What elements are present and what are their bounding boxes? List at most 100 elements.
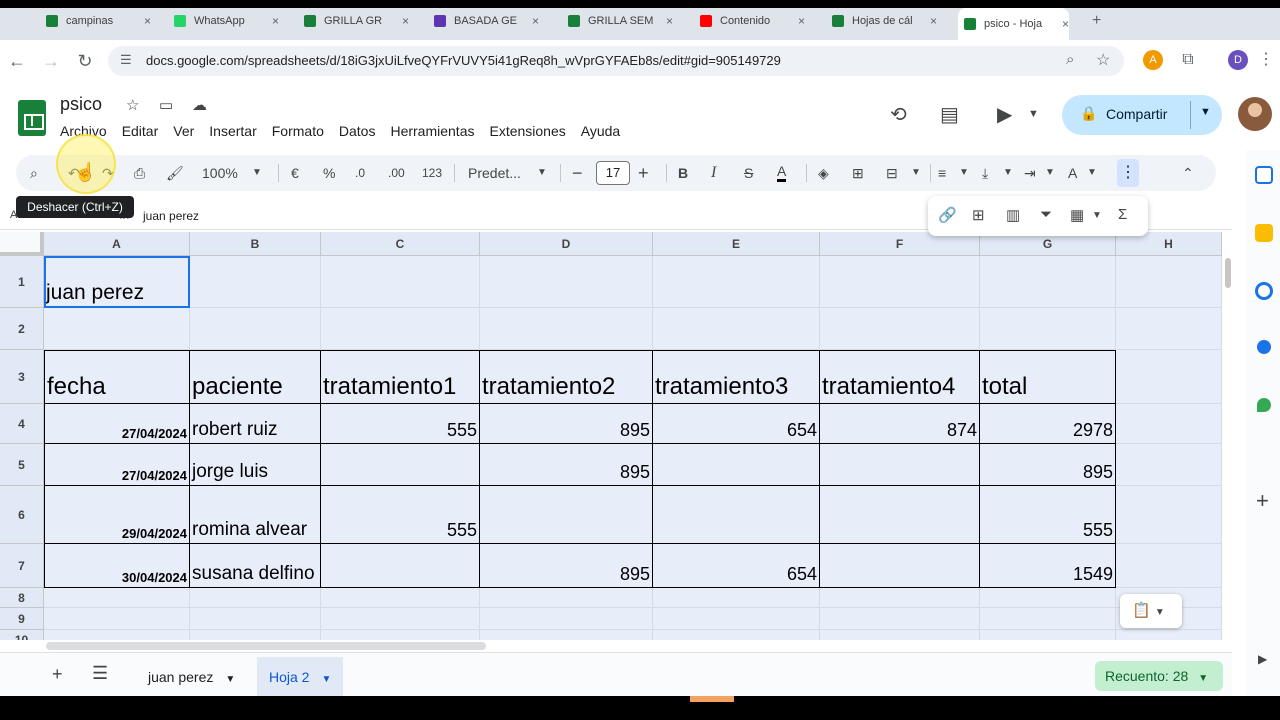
grid-cell[interactable]: [44, 308, 190, 350]
horizontal-align-icon[interactable]: ≡: [938, 163, 946, 183]
grid-cell[interactable]: [653, 630, 820, 640]
column-header[interactable]: E: [653, 232, 820, 256]
close-tab-icon[interactable]: ×: [798, 14, 805, 28]
row-header[interactable]: 10: [0, 630, 44, 640]
table-cell[interactable]: 895: [480, 404, 653, 444]
count-summary[interactable]: Recuento: 28 ▼: [1095, 661, 1223, 691]
rotation-dropdown-icon[interactable]: ▼: [1087, 163, 1097, 183]
grid-cell[interactable]: [190, 608, 321, 630]
table-cell[interactable]: [653, 486, 820, 544]
back-icon[interactable]: ←: [6, 50, 28, 72]
font-select[interactable]: Predet...: [468, 163, 521, 183]
table-cell[interactable]: 895: [480, 444, 653, 486]
valign-dropdown-icon[interactable]: ▼: [1003, 163, 1013, 183]
browser-tab[interactable]: GRILLA GR ×: [298, 10, 409, 32]
merge-cells-icon[interactable]: ⊟: [886, 163, 898, 183]
grid-cell[interactable]: [190, 588, 321, 608]
italic-icon[interactable]: I: [711, 163, 716, 183]
insert-comment-icon[interactable]: ⊞: [972, 206, 985, 224]
column-header[interactable]: D: [480, 232, 653, 256]
grid-cell[interactable]: [1116, 350, 1222, 404]
table-header-cell[interactable]: fecha: [44, 350, 190, 404]
table-cell[interactable]: jorge luis: [190, 444, 321, 486]
print-icon[interactable]: ⎙: [134, 163, 145, 183]
table-cell[interactable]: robert ruiz: [190, 404, 321, 444]
browser-tab[interactable]: GRILLA SEM ×: [562, 10, 673, 32]
paste-options-button[interactable]: 📋 ▼: [1120, 594, 1182, 628]
grid-cell[interactable]: [653, 588, 820, 608]
zoom-select[interactable]: 100%: [202, 163, 238, 183]
grid-cell[interactable]: [820, 630, 980, 640]
row-header[interactable]: 5: [0, 444, 44, 486]
row-header[interactable]: 6: [0, 486, 44, 544]
grid-cell[interactable]: [480, 588, 653, 608]
table-header-cell[interactable]: paciente: [190, 350, 321, 404]
profile-avatar[interactable]: D: [1228, 50, 1248, 70]
menu-item[interactable]: Insertar: [209, 123, 256, 141]
count-dropdown-icon[interactable]: ▼: [1198, 673, 1208, 684]
grid-cell[interactable]: [321, 588, 480, 608]
grid-cell[interactable]: [480, 308, 653, 350]
table-header-cell[interactable]: total: [980, 350, 1116, 404]
browser-tab[interactable]: WhatsApp ×: [168, 10, 279, 32]
close-tab-icon[interactable]: ×: [666, 14, 673, 28]
share-button[interactable]: 🔒 Compartir ▼: [1062, 95, 1222, 135]
grid-cell[interactable]: [653, 608, 820, 630]
functions-icon[interactable]: Σ: [1118, 206, 1127, 223]
table-header-cell[interactable]: tratamiento2: [480, 350, 653, 404]
forward-icon[interactable]: →: [40, 50, 62, 72]
filter-views-dropdown-icon[interactable]: ▼: [1092, 210, 1102, 221]
omnibox[interactable]: ☰ docs.google.com/spreadsheets/d/18iG3jx…: [108, 46, 1124, 76]
grid-cell[interactable]: [1116, 544, 1222, 588]
grid-cell[interactable]: [820, 308, 980, 350]
filter-views-icon[interactable]: ▦: [1070, 206, 1084, 224]
extension-icon[interactable]: A: [1143, 50, 1163, 70]
reload-icon[interactable]: ↻: [74, 50, 96, 72]
grid-cell[interactable]: [820, 608, 980, 630]
grid-cell[interactable]: [820, 256, 980, 308]
cell-a1[interactable]: juan perez: [44, 256, 190, 308]
table-header-cell[interactable]: tratamiento1: [321, 350, 480, 404]
filter-icon[interactable]: ⏷: [1040, 206, 1052, 223]
grid-cell[interactable]: [1116, 630, 1222, 640]
grid-cell[interactable]: [321, 630, 480, 640]
zoom-dropdown-icon[interactable]: ▼: [252, 163, 262, 183]
get-addons-icon[interactable]: +: [1256, 488, 1269, 514]
grid-cell[interactable]: [653, 256, 820, 308]
insert-link-icon[interactable]: 🔗: [938, 206, 957, 224]
insert-chart-icon[interactable]: ▥: [1006, 206, 1020, 224]
horizontal-scrollbar[interactable]: [46, 642, 486, 650]
grid-cell[interactable]: [44, 608, 190, 630]
row-header[interactable]: 8: [0, 588, 44, 608]
vertical-scrollbar[interactable]: [1224, 256, 1232, 636]
table-header-cell[interactable]: tratamiento4: [820, 350, 980, 404]
grid-cell[interactable]: [1116, 486, 1222, 544]
paste-dropdown-icon[interactable]: ▼: [1155, 607, 1165, 618]
search-menus-icon[interactable]: ⌕: [30, 163, 38, 183]
row-header[interactable]: 1: [0, 256, 44, 308]
table-cell[interactable]: [321, 544, 480, 588]
tasks-icon[interactable]: [1255, 282, 1273, 300]
menu-item[interactable]: Herramientas: [390, 123, 474, 141]
decrease-font-size-icon[interactable]: −: [572, 163, 583, 183]
increase-font-size-icon[interactable]: +: [638, 163, 649, 183]
grid-cell[interactable]: [1116, 256, 1222, 308]
browser-tab[interactable]: psico - Hoja ×: [958, 8, 1070, 40]
browser-tab[interactable]: Hojas de cál ×: [826, 10, 937, 32]
table-cell[interactable]: 1549: [980, 544, 1116, 588]
calendar-icon[interactable]: [1255, 166, 1273, 184]
more-options-icon[interactable]: ⋮: [1117, 159, 1139, 187]
select-all-corner[interactable]: [0, 232, 44, 256]
grid-cell[interactable]: [980, 630, 1116, 640]
font-dropdown-icon[interactable]: ▼: [537, 163, 547, 183]
percent-format-button[interactable]: %: [323, 163, 335, 183]
sheet-tab-dropdown-icon[interactable]: ▼: [321, 674, 331, 685]
sheet-tab[interactable]: Hoja 2 ▼: [257, 657, 344, 697]
paint-format-icon[interactable]: 🖌: [166, 163, 184, 183]
table-cell[interactable]: [653, 444, 820, 486]
font-size-input[interactable]: 17: [596, 161, 630, 185]
menu-item[interactable]: Ayuda: [581, 123, 620, 141]
currency-format-button[interactable]: €: [291, 163, 299, 183]
table-cell[interactable]: 30/04/2024: [44, 544, 190, 588]
grid-cell[interactable]: [1116, 444, 1222, 486]
